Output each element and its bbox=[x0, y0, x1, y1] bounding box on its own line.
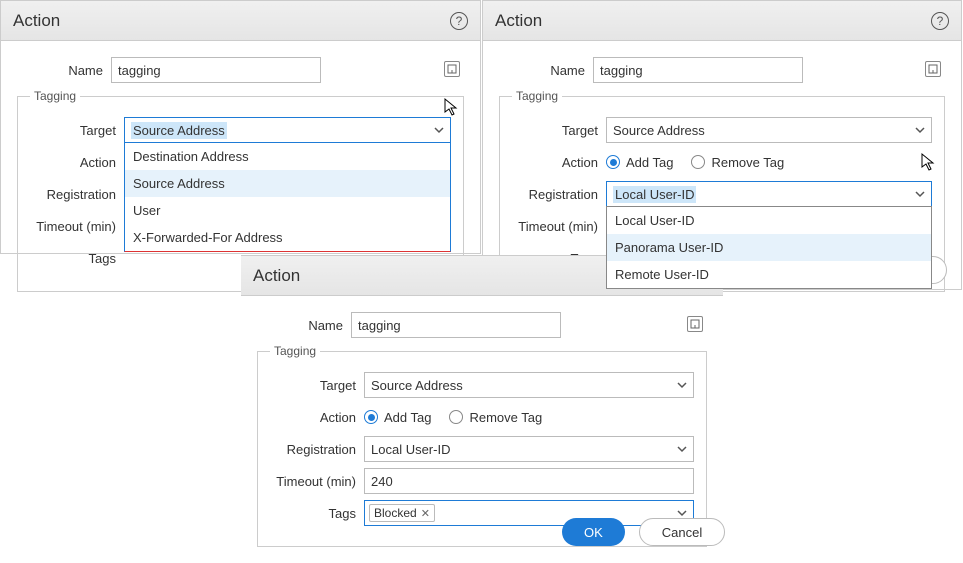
name-input-wrap bbox=[351, 312, 707, 338]
chevron-down-icon bbox=[677, 380, 687, 390]
chevron-down-icon bbox=[677, 508, 687, 518]
registration-label: Registration bbox=[270, 442, 364, 457]
target-option-destination-address[interactable]: Destination Address bbox=[125, 143, 450, 170]
timeout-input[interactable] bbox=[364, 468, 694, 494]
chevron-down-icon bbox=[915, 189, 925, 199]
panel-title: Action bbox=[253, 266, 300, 286]
name-label: Name bbox=[499, 63, 593, 78]
close-icon[interactable]: ✕ bbox=[421, 507, 430, 520]
cursor-icon bbox=[920, 152, 938, 174]
tagging-legend: Tagging bbox=[512, 89, 562, 103]
action-label: Action bbox=[30, 155, 124, 170]
radio-add-tag[interactable]: Add Tag bbox=[606, 155, 673, 170]
registration-row: Registration Local User-ID Local User-ID… bbox=[512, 181, 932, 207]
target-value: Source Address bbox=[131, 122, 227, 139]
target-select[interactable]: Source Address bbox=[124, 117, 451, 143]
target-value: Source Address bbox=[613, 123, 705, 138]
registration-option-panorama[interactable]: Panorama User-ID bbox=[607, 234, 931, 261]
action-panel-2: Action ? Name Tagging Target Source Addr… bbox=[482, 0, 962, 290]
timeout-row: Timeout (min) bbox=[270, 468, 694, 494]
radio-remove-tag[interactable]: Remove Tag bbox=[449, 410, 542, 425]
input-marker-icon bbox=[925, 61, 941, 77]
tags-label: Tags bbox=[30, 251, 124, 266]
name-row: Name bbox=[257, 312, 707, 338]
tagging-fieldset: Tagging Target Source Address Action Add… bbox=[257, 344, 707, 547]
target-row: Target Source Address Destination Addres… bbox=[30, 117, 451, 143]
registration-option-remote[interactable]: Remote User-ID bbox=[607, 261, 931, 288]
radio-label: Remove Tag bbox=[711, 155, 784, 170]
panel-title: Action bbox=[495, 11, 542, 31]
tag-chip-blocked[interactable]: Blocked ✕ bbox=[369, 504, 435, 522]
target-row: Target Source Address bbox=[512, 117, 932, 143]
chevron-down-icon bbox=[434, 125, 444, 135]
tagging-legend: Tagging bbox=[270, 344, 320, 358]
timeout-label: Timeout (min) bbox=[270, 474, 364, 489]
registration-select[interactable]: Local User-ID bbox=[364, 436, 694, 462]
registration-value: Local User-ID bbox=[613, 186, 696, 203]
tagging-legend: Tagging bbox=[30, 89, 80, 103]
panel-header: Action ? bbox=[1, 1, 480, 41]
target-row: Target Source Address bbox=[270, 372, 694, 398]
radio-remove-tag[interactable]: Remove Tag bbox=[691, 155, 784, 170]
name-input[interactable] bbox=[111, 57, 321, 83]
target-label: Target bbox=[270, 378, 364, 393]
registration-label: Registration bbox=[30, 187, 124, 202]
help-icon[interactable]: ? bbox=[450, 12, 468, 30]
target-option-source-address[interactable]: Source Address bbox=[125, 170, 450, 197]
ok-button[interactable]: OK bbox=[562, 518, 625, 546]
target-label: Target bbox=[30, 123, 124, 138]
target-option-x-forwarded-for[interactable]: X-Forwarded-For Address bbox=[125, 224, 450, 251]
target-value: Source Address bbox=[371, 378, 463, 393]
registration-select[interactable]: Local User-ID bbox=[606, 181, 932, 207]
panel-header: Action ? bbox=[483, 1, 961, 41]
radio-icon bbox=[364, 410, 378, 424]
action-panel-3: Action ? Name Tagging Target Source Addr… bbox=[241, 255, 723, 555]
panel3-buttons: OK Cancel bbox=[562, 518, 725, 546]
chevron-down-icon bbox=[915, 125, 925, 135]
action-label: Action bbox=[270, 410, 364, 425]
registration-label: Registration bbox=[512, 187, 606, 202]
target-label: Target bbox=[512, 123, 606, 138]
name-row: Name bbox=[17, 57, 464, 83]
radio-icon bbox=[449, 410, 463, 424]
radio-icon bbox=[606, 155, 620, 169]
action-row: Action Add Tag Remove Tag bbox=[270, 404, 694, 430]
name-row: Name bbox=[499, 57, 945, 83]
radio-label: Add Tag bbox=[384, 410, 431, 425]
target-select[interactable]: Source Address bbox=[364, 372, 694, 398]
registration-dropdown: Local User-ID Panorama User-ID Remote Us… bbox=[606, 206, 932, 289]
target-dropdown: Destination Address Source Address User … bbox=[124, 142, 451, 252]
name-input[interactable] bbox=[593, 57, 803, 83]
timeout-label: Timeout (min) bbox=[30, 219, 124, 234]
action-radio-group: Add Tag Remove Tag bbox=[364, 410, 694, 425]
registration-option-local[interactable]: Local User-ID bbox=[607, 207, 931, 234]
registration-value: Local User-ID bbox=[371, 442, 450, 457]
action-label: Action bbox=[512, 155, 606, 170]
radio-icon bbox=[691, 155, 705, 169]
radio-label: Remove Tag bbox=[469, 410, 542, 425]
help-icon[interactable]: ? bbox=[931, 12, 949, 30]
tags-label: Tags bbox=[270, 506, 364, 521]
chevron-down-icon bbox=[677, 444, 687, 454]
name-label: Name bbox=[257, 318, 351, 333]
action-row: Action Add Tag Remove Tag bbox=[512, 149, 932, 175]
radio-add-tag[interactable]: Add Tag bbox=[364, 410, 431, 425]
target-option-user[interactable]: User bbox=[125, 197, 450, 224]
input-marker-icon bbox=[444, 61, 460, 77]
panel-title: Action bbox=[13, 11, 60, 31]
action-radio-group: Add Tag Remove Tag bbox=[606, 155, 932, 170]
timeout-label: Timeout (min) bbox=[512, 219, 606, 234]
name-input-wrap bbox=[111, 57, 464, 83]
registration-row: Registration Local User-ID bbox=[270, 436, 694, 462]
radio-label: Add Tag bbox=[626, 155, 673, 170]
input-marker-icon bbox=[687, 316, 703, 332]
name-input[interactable] bbox=[351, 312, 561, 338]
tag-text: Blocked bbox=[374, 506, 417, 520]
cursor-icon bbox=[443, 97, 461, 119]
name-label: Name bbox=[17, 63, 111, 78]
action-panel-1: Action ? Name Tagging Target Source Addr… bbox=[0, 0, 481, 254]
target-select[interactable]: Source Address bbox=[606, 117, 932, 143]
cancel-button[interactable]: Cancel bbox=[639, 518, 725, 546]
name-input-wrap bbox=[593, 57, 945, 83]
